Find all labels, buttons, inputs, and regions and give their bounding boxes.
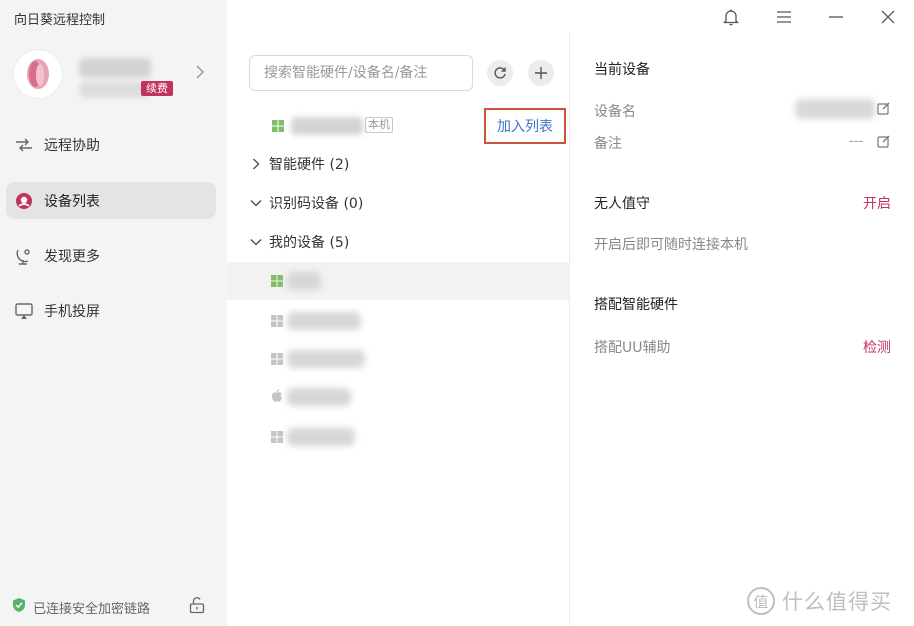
remote-assist-icon bbox=[14, 135, 34, 155]
shield-check-icon bbox=[12, 597, 26, 617]
bell-icon[interactable] bbox=[721, 7, 741, 27]
group-label: 智能硬件 (2) bbox=[269, 157, 350, 173]
current-device-title: 当前设备 bbox=[594, 62, 650, 78]
security-status: 已连接安全加密链路 bbox=[12, 597, 150, 617]
watermark-text: 什么值得买 bbox=[782, 590, 892, 614]
add-to-list-button[interactable]: 加入列表 bbox=[484, 108, 566, 144]
windows-icon bbox=[271, 315, 283, 331]
device-name-redacted bbox=[287, 312, 361, 330]
windows-icon bbox=[271, 431, 283, 447]
detect-link[interactable]: 检测 bbox=[863, 337, 891, 357]
note-label: 备注 bbox=[594, 136, 622, 152]
user-plan-redacted bbox=[79, 82, 149, 98]
plus-icon bbox=[535, 67, 547, 79]
renew-badge[interactable]: 续费 bbox=[141, 81, 173, 96]
group-my-devices[interactable]: 我的设备 (5) bbox=[249, 231, 349, 253]
apple-icon bbox=[271, 389, 283, 407]
sidebar-item-label: 发现更多 bbox=[44, 248, 100, 265]
add-device-button[interactable] bbox=[528, 60, 554, 86]
sidebar-item-remote-assist[interactable]: 远程协助 bbox=[6, 126, 216, 163]
device-name-redacted bbox=[287, 388, 351, 406]
device-row[interactable] bbox=[227, 302, 569, 340]
smart-hardware-title: 搭配智能硬件 bbox=[594, 297, 678, 313]
user-name-redacted bbox=[79, 58, 151, 78]
security-status-text: 已连接安全加密链路 bbox=[33, 601, 151, 617]
search-input[interactable] bbox=[250, 56, 472, 90]
local-device-tag: 本机 bbox=[365, 117, 393, 133]
screen-cast-icon bbox=[14, 301, 34, 321]
discover-icon bbox=[14, 246, 34, 266]
app-title: 向日葵远程控制 bbox=[14, 13, 106, 28]
group-id-code-devices[interactable]: 识别码设备 (0) bbox=[249, 192, 363, 214]
refresh-icon bbox=[494, 67, 506, 79]
avatar bbox=[13, 49, 63, 99]
edit-icon[interactable] bbox=[877, 102, 890, 119]
sunflower-avatar-icon bbox=[27, 59, 49, 89]
panel-divider bbox=[569, 32, 570, 626]
group-smart-hardware[interactable]: 智能硬件 (2) bbox=[249, 153, 349, 175]
edit-icon[interactable] bbox=[877, 135, 890, 152]
watermark-logo: 值 bbox=[747, 587, 775, 615]
device-name-redacted bbox=[287, 350, 365, 368]
sidebar-item-device-list[interactable]: 设备列表 bbox=[6, 182, 216, 219]
device-list-icon bbox=[14, 191, 34, 211]
device-row[interactable] bbox=[227, 340, 569, 378]
chevron-down-icon bbox=[249, 199, 263, 207]
local-device-name-redacted bbox=[291, 117, 363, 135]
sidebar: 向日葵远程控制 续费 远程协助 设备列表 发现更多 手机投屏 已连接安全加密链路 bbox=[0, 0, 227, 626]
unattended-description: 开启后即可随时连接本机 bbox=[594, 237, 748, 253]
menu-icon[interactable] bbox=[774, 7, 794, 27]
group-label: 我的设备 (5) bbox=[269, 235, 350, 251]
device-name-redacted bbox=[287, 272, 321, 290]
device-name-label: 设备名 bbox=[594, 104, 636, 120]
sidebar-item-screen-cast[interactable]: 手机投屏 bbox=[6, 292, 216, 329]
sidebar-item-label: 设备列表 bbox=[44, 193, 100, 210]
sidebar-item-label: 手机投屏 bbox=[44, 303, 100, 320]
enable-unattended-link[interactable]: 开启 bbox=[863, 193, 891, 213]
minimize-icon[interactable] bbox=[826, 7, 846, 27]
watermark: 值 什么值得买 bbox=[746, 586, 892, 616]
unlock-icon[interactable] bbox=[188, 596, 206, 618]
windows-icon bbox=[271, 353, 283, 369]
windows-icon bbox=[271, 275, 283, 291]
chevron-right-icon bbox=[195, 65, 205, 83]
svg-text:值: 值 bbox=[753, 593, 768, 611]
unattended-title: 无人值守 bbox=[594, 196, 650, 212]
device-row[interactable] bbox=[227, 418, 569, 456]
group-label: 识别码设备 (0) bbox=[269, 196, 364, 212]
device-row[interactable] bbox=[227, 262, 569, 300]
chevron-right-icon bbox=[249, 158, 263, 170]
uu-helper-label: 搭配UU辅助 bbox=[594, 340, 671, 356]
device-name-value-redacted bbox=[795, 99, 875, 119]
search-field[interactable] bbox=[249, 55, 473, 91]
refresh-button[interactable] bbox=[487, 60, 513, 86]
chevron-down-icon bbox=[249, 238, 263, 246]
user-profile[interactable]: 续费 bbox=[13, 48, 213, 102]
windows-icon bbox=[272, 120, 284, 136]
device-row[interactable] bbox=[227, 378, 569, 416]
close-icon[interactable] bbox=[878, 7, 898, 27]
note-value: --- bbox=[849, 134, 864, 149]
sidebar-item-discover[interactable]: 发现更多 bbox=[6, 237, 216, 274]
device-name-redacted bbox=[287, 428, 355, 446]
sidebar-item-label: 远程协助 bbox=[44, 137, 100, 154]
